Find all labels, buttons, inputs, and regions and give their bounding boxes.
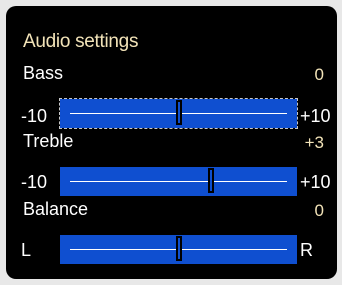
treble-value: +3 bbox=[304, 133, 324, 152]
balance-slider-thumb[interactable] bbox=[175, 236, 182, 261]
balance-right-label: R bbox=[300, 240, 313, 260]
balance-slider[interactable] bbox=[60, 235, 297, 264]
treble-slider[interactable] bbox=[60, 167, 297, 196]
treble-label: Treble bbox=[23, 131, 74, 151]
treble-slider-thumb[interactable] bbox=[208, 168, 215, 193]
bass-max-label: +10 bbox=[300, 106, 331, 126]
treble-min-label: -10 bbox=[21, 172, 48, 192]
treble-slider-track bbox=[70, 181, 287, 182]
treble-max-label: +10 bbox=[300, 172, 331, 192]
bass-label: Bass bbox=[23, 63, 64, 83]
dialog-title: Audio settings bbox=[23, 31, 139, 52]
bass-slider[interactable] bbox=[59, 98, 298, 129]
balance-label: Balance bbox=[23, 199, 89, 219]
bass-value: 0 bbox=[314, 65, 324, 84]
balance-value: 0 bbox=[314, 201, 324, 220]
bass-slider-thumb[interactable] bbox=[175, 100, 182, 125]
bass-min-label: -10 bbox=[21, 106, 48, 126]
audio-settings-panel: Audio settings Bass 0 -10 +10 Treble +3 … bbox=[6, 6, 337, 279]
balance-left-label: L bbox=[21, 240, 32, 260]
